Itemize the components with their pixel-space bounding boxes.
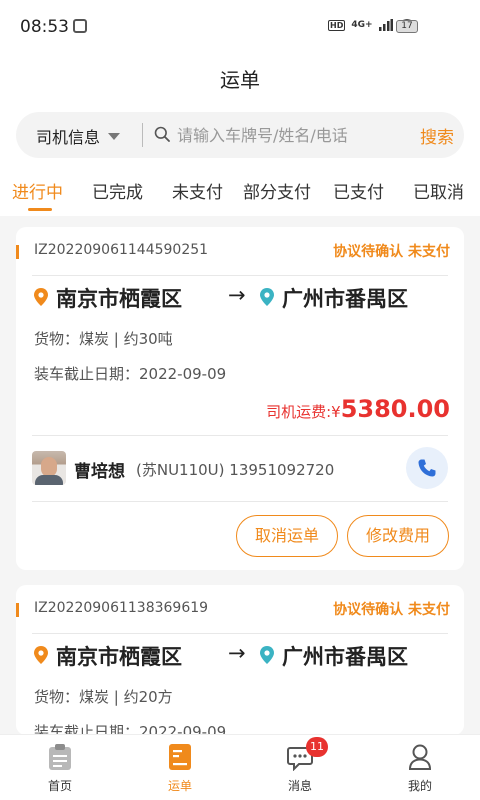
driver-plate-phone: (苏NU110U) 13951092720 (136, 461, 335, 479)
call-button[interactable] (406, 447, 448, 489)
driver-avatar (32, 451, 66, 485)
loading-deadline: 装车截止日期：2022-09-09 (34, 365, 227, 383)
card-divider (32, 435, 448, 436)
order-card[interactable]: IZ202209061144590251 协议待确认 未支付 南京市栖霞区 → … (16, 227, 464, 570)
order-status: 协议待确认 未支付 (333, 244, 450, 260)
cargo-info: 货物：煤炭 | 约20方 (34, 688, 173, 706)
edit-fee-button[interactable]: 修改费用 (347, 515, 449, 557)
tab-in-progress[interactable]: 进行中 (12, 178, 63, 203)
battery-icon: 17 (396, 20, 418, 33)
order-status: 协议待确认 未支付 (333, 602, 450, 618)
fee-amount: 5380.00 (340, 395, 450, 423)
search-button[interactable]: 搜索 (420, 123, 454, 148)
nav-messages[interactable]: 11 消息 (240, 735, 360, 800)
phone-icon (418, 459, 436, 477)
search-section: 司机信息 搜索 (0, 100, 480, 166)
message-badge: 11 (306, 737, 328, 757)
tab-cancelled[interactable]: 已取消 (413, 178, 464, 203)
route-arrow-icon: → (228, 641, 246, 665)
cargo-info: 货物：煤炭 | 约30吨 (34, 330, 173, 348)
loading-deadline: 装车截止日期：2022-09-09 (34, 723, 227, 735)
tab-completed[interactable]: 已完成 (92, 178, 143, 203)
route: 南京市栖霞区 → 广州市番禺区 (34, 283, 454, 313)
cancel-order-button[interactable]: 取消运单 (236, 515, 338, 557)
destination-pin-icon (260, 646, 274, 664)
order-number: IZ202209061138369619 (34, 600, 209, 616)
status-time: 08:53 (20, 17, 69, 37)
page-title: 运单 (220, 68, 260, 92)
nav-label: 我的 (407, 779, 432, 793)
route-arrow-icon: → (228, 283, 246, 307)
search-bar: 司机信息 搜索 (16, 112, 464, 158)
driver-fee: 司机运费:¥5380.00 (266, 395, 450, 423)
nav-label: 首页 (47, 779, 72, 793)
top-bar: 运单 (0, 54, 480, 100)
tab-partially-paid[interactable]: 部分支付 (243, 178, 311, 203)
tab-unpaid[interactable]: 未支付 (172, 178, 223, 203)
driver-name: 曹培想 (74, 462, 125, 482)
origin-city: 南京市栖霞区 (56, 645, 182, 669)
bottom-nav: 首页 运单 11 消息 我的 (0, 734, 480, 800)
nav-label: 运单 (167, 779, 192, 793)
destination-city: 广州市番禺区 (282, 287, 408, 311)
card-accent-bar (16, 245, 19, 259)
nav-profile[interactable]: 我的 (360, 735, 480, 800)
waybill-icon (169, 744, 191, 770)
caret-down-icon (108, 132, 121, 140)
search-divider (142, 123, 143, 147)
destination-city: 广州市番禺区 (282, 645, 408, 669)
signal-bars-icon (378, 19, 393, 31)
active-tab-indicator (28, 208, 52, 211)
filter-dropdown[interactable]: 司机信息 (36, 124, 121, 148)
tab-paid[interactable]: 已支付 (333, 178, 384, 203)
filter-label: 司机信息 (36, 128, 101, 147)
origin-city: 南京市栖霞区 (56, 287, 182, 311)
app-notification-icon (73, 19, 87, 33)
nav-home[interactable]: 首页 (0, 735, 120, 800)
card-divider (32, 501, 448, 502)
nav-label: 消息 (287, 779, 312, 793)
clipboard-icon (49, 744, 71, 770)
route: 南京市栖霞区 → 广州市番禺区 (34, 641, 454, 671)
status-bar: 08:53 HD 4G+ 17 (0, 0, 480, 54)
origin-pin-icon (34, 646, 48, 664)
destination-pin-icon (260, 288, 274, 306)
order-card[interactable]: IZ202209061138369619 协议待确认 未支付 南京市栖霞区 → … (16, 585, 464, 735)
nav-waybill[interactable]: 运单 (120, 735, 240, 800)
profile-icon (408, 744, 432, 770)
card-divider (32, 633, 448, 634)
search-input[interactable] (177, 122, 407, 148)
signal-icon: 4G+ (351, 20, 373, 30)
hd-icon: HD (328, 19, 346, 31)
order-number: IZ202209061144590251 (34, 242, 209, 258)
card-accent-bar (16, 603, 19, 617)
fee-label: 司机运费:¥ (266, 403, 341, 421)
status-tabs: 进行中 已完成 未支付 部分支付 已支付 已取消 (0, 166, 480, 216)
search-icon (154, 126, 170, 142)
origin-pin-icon (34, 288, 48, 306)
card-divider (32, 275, 448, 276)
